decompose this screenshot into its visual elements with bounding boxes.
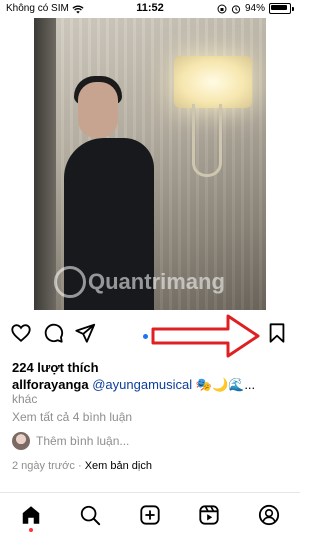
heart-icon[interactable] — [10, 322, 32, 344]
watermark: Quantrimang — [54, 266, 254, 298]
comment-icon[interactable] — [42, 322, 64, 344]
post-image[interactable]: Quantrimang — [34, 18, 266, 310]
caption-mention[interactable]: @ayungamusical — [92, 377, 192, 392]
annotation-arrow-icon — [151, 314, 260, 358]
alarm-icon — [231, 4, 241, 14]
post-meta: 2 ngày trước · Xem bản dịch — [12, 460, 152, 472]
caption-more-link[interactable]: khác — [12, 392, 37, 406]
reels-icon[interactable] — [198, 504, 220, 526]
post-time: 2 ngày trước — [12, 460, 75, 472]
caption-emojis: 🎭🌙🌊... — [195, 377, 256, 392]
battery-icon — [269, 3, 291, 14]
carousel-indicator-dot — [143, 334, 148, 339]
search-icon[interactable] — [79, 504, 101, 526]
profile-icon[interactable] — [258, 504, 280, 526]
plus-square-icon[interactable] — [139, 504, 161, 526]
like-count[interactable]: 224 lượt thích — [12, 360, 99, 375]
see-translation-link[interactable]: Xem bản dịch — [85, 460, 152, 472]
wall-lamp — [174, 56, 252, 108]
battery-percent: 94% — [244, 3, 265, 14]
tabbar-divider — [0, 492, 300, 493]
view-all-comments-link[interactable]: Xem tất cả 4 bình luận — [12, 410, 132, 424]
bottom-tab-bar — [0, 500, 300, 530]
add-comment-row[interactable]: Thêm bình luận... — [12, 432, 129, 450]
status-right: 94% — [217, 3, 294, 14]
status-bar: Không có SIM 11:52 94% — [0, 0, 300, 18]
caption: allforayanga @ayungamusical 🎭🌙🌊... — [12, 377, 292, 393]
avatar — [12, 432, 30, 450]
comment-input[interactable]: Thêm bình luận... — [36, 434, 129, 448]
send-icon[interactable] — [74, 322, 96, 344]
home-active-indicator — [29, 528, 33, 532]
caption-username[interactable]: allforayanga — [12, 377, 89, 392]
orientation-lock-icon — [217, 4, 227, 13]
home-icon[interactable] — [20, 504, 42, 526]
watermark-logo-icon — [54, 266, 86, 298]
bookmark-icon[interactable] — [266, 322, 288, 344]
